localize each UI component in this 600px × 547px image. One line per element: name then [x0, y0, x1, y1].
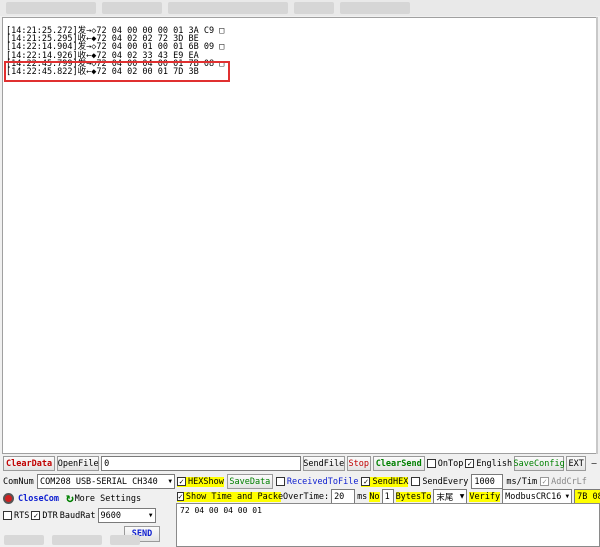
- send-file-button[interactable]: SendFile: [302, 456, 345, 471]
- checkbox-icon: [426, 459, 436, 468]
- com-port-select[interactable]: COM208 USB-SERIAL CH340: [37, 474, 175, 489]
- toolbar-row: ClearData OpenFile 0 SendFile Stop Clear…: [0, 456, 600, 471]
- save-data-button[interactable]: SaveData: [226, 474, 273, 489]
- close-com-row: CloseCom ↻ More Settings: [3, 491, 142, 506]
- collapse-button[interactable]: —: [588, 456, 600, 471]
- clear-send-button[interactable]: ClearSend: [372, 456, 425, 471]
- baud-label: BaudRat: [59, 510, 96, 521]
- hex-show-checkbox[interactable]: ✓ HEXShow: [177, 476, 224, 487]
- open-file-button[interactable]: OpenFile: [57, 456, 100, 471]
- dtr-checkbox[interactable]: ✓ DTR: [31, 510, 58, 521]
- checkmark-icon: ✓: [177, 477, 186, 486]
- checkbox-icon: [3, 511, 12, 520]
- more-settings-button[interactable]: More Settings: [75, 491, 142, 506]
- bytes-to-select[interactable]: 末尾: [433, 489, 468, 504]
- close-com-button[interactable]: CloseCom: [18, 494, 62, 504]
- verify-label: Verify: [469, 491, 501, 502]
- port-status-icon: [3, 493, 14, 504]
- highlight-box: [4, 61, 230, 82]
- bytes-to-label: BytesTo: [395, 491, 432, 502]
- checkmark-icon: ✓: [361, 477, 371, 486]
- send-every-checkbox[interactable]: SendEvery: [411, 477, 468, 487]
- com-row: ComNum COM208 USB-SERIAL CH340: [3, 474, 175, 489]
- send-hex-label: SendHEX: [372, 476, 409, 487]
- checkbox-icon: [411, 477, 421, 486]
- english-label: English: [476, 458, 513, 469]
- log-scrollbar[interactable]: [596, 17, 598, 454]
- overtime-unit: ms: [357, 491, 368, 502]
- received-to-file-label: ReceivedToFile: [286, 476, 359, 487]
- verify-select[interactable]: ModbusCRC16: [502, 489, 573, 504]
- send-hex-checkbox[interactable]: ✓ SendHEX: [361, 476, 409, 487]
- overtime-label: OverTime:: [283, 491, 330, 502]
- title-bar: [0, 0, 600, 16]
- checkmark-icon: ✓: [177, 491, 184, 501]
- save-config-button[interactable]: SaveConfig: [514, 456, 565, 471]
- rts-checkbox[interactable]: RTS: [3, 511, 29, 521]
- baud-rate-select[interactable]: 9600: [97, 508, 156, 523]
- dtr-label: DTR: [42, 510, 58, 521]
- interval-input[interactable]: 1000: [471, 474, 504, 489]
- options-row-2: ✓ Show Time and Packe OverTime: 20 ms No …: [177, 489, 600, 504]
- ext-button[interactable]: EXT: [566, 456, 587, 471]
- file-path-input[interactable]: 0: [101, 456, 301, 471]
- no-label: No: [369, 491, 380, 502]
- hex-show-label: HEXShow: [188, 476, 224, 487]
- receive-log[interactable]: [14:21:25.272]发→◇72 04 00 00 00 01 3A C9…: [2, 17, 598, 454]
- send-every-label: SendEvery: [422, 476, 469, 487]
- received-to-file-checkbox[interactable]: ReceivedToFile: [275, 476, 359, 487]
- send-input[interactable]: 72 04 00 04 00 01: [176, 503, 600, 547]
- checkmark-icon: ✓: [465, 459, 475, 468]
- options-row-1: ✓ HEXShow SaveData ReceivedToFile ✓ SendHE…: [177, 474, 587, 489]
- interval-unit: ms/Tim: [506, 476, 538, 487]
- overtime-input[interactable]: 20: [331, 489, 356, 504]
- no-input[interactable]: 1: [381, 489, 394, 504]
- checkmark-icon: ✓: [31, 511, 41, 520]
- crc-result-field: 7B 08: [574, 489, 600, 504]
- rts-label: RTS: [14, 510, 30, 521]
- on-top-checkbox[interactable]: OnTop: [426, 458, 464, 469]
- line-control-row: RTS ✓ DTR BaudRat 9600: [3, 508, 156, 523]
- status-bar: [0, 535, 176, 547]
- show-time-label: Show Time and Packe: [185, 491, 284, 502]
- english-checkbox[interactable]: ✓ English: [465, 459, 512, 469]
- refresh-icon[interactable]: ↻: [66, 491, 74, 506]
- add-crlf-label: AddCrLf: [551, 476, 587, 487]
- add-crlf-checkbox[interactable]: ✓ AddCrLf: [540, 477, 587, 487]
- com-num-label: ComNum: [3, 476, 34, 487]
- on-top-label: OnTop: [437, 458, 464, 469]
- checkmark-icon: ✓: [540, 477, 550, 486]
- show-time-checkbox[interactable]: ✓ Show Time and Packe: [177, 491, 284, 502]
- stop-button[interactable]: Stop: [346, 456, 371, 471]
- checkbox-icon: [275, 477, 285, 486]
- clear-data-button[interactable]: ClearData: [3, 456, 56, 471]
